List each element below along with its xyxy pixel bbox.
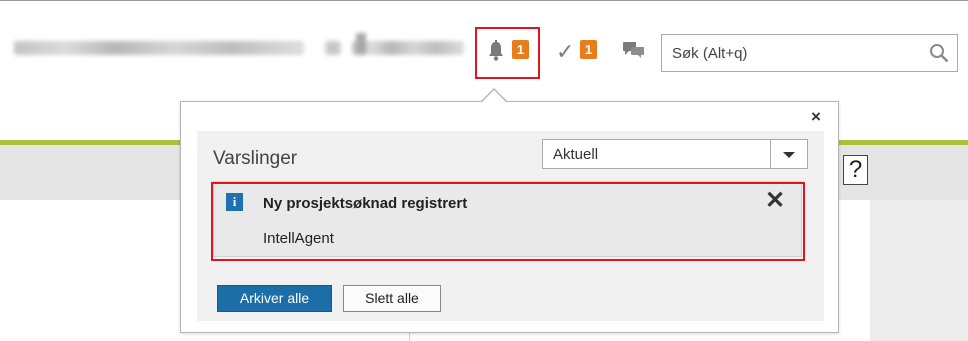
notification-highlight-frame [475, 27, 540, 79]
checkmark-icon[interactable]: ✓ [556, 41, 574, 63]
chevron-down-icon[interactable] [783, 152, 795, 158]
filter-selected-value: Aktuell [553, 146, 599, 163]
close-icon[interactable]: × [811, 107, 821, 127]
task-count-badge[interactable]: 1 [580, 40, 597, 59]
search-input[interactable] [662, 35, 917, 71]
popup-pointer-fill [481, 90, 507, 103]
filter-divider [770, 140, 771, 168]
search-icon[interactable] [929, 43, 949, 63]
chat-icon[interactable] [623, 41, 645, 59]
blurred-company-info [352, 33, 464, 55]
delete-all-button[interactable]: Slett alle [343, 285, 441, 312]
popup-title: Varslinger [213, 148, 298, 169]
notification-highlight-frame [211, 182, 805, 261]
blurred-separator [325, 41, 341, 55]
archive-all-button[interactable]: Arkiver alle [217, 285, 332, 312]
help-button[interactable]: ? [843, 155, 868, 185]
filter-select[interactable]: Aktuell [542, 139, 808, 169]
blurred-user-info [14, 41, 304, 55]
search-box [661, 34, 958, 72]
